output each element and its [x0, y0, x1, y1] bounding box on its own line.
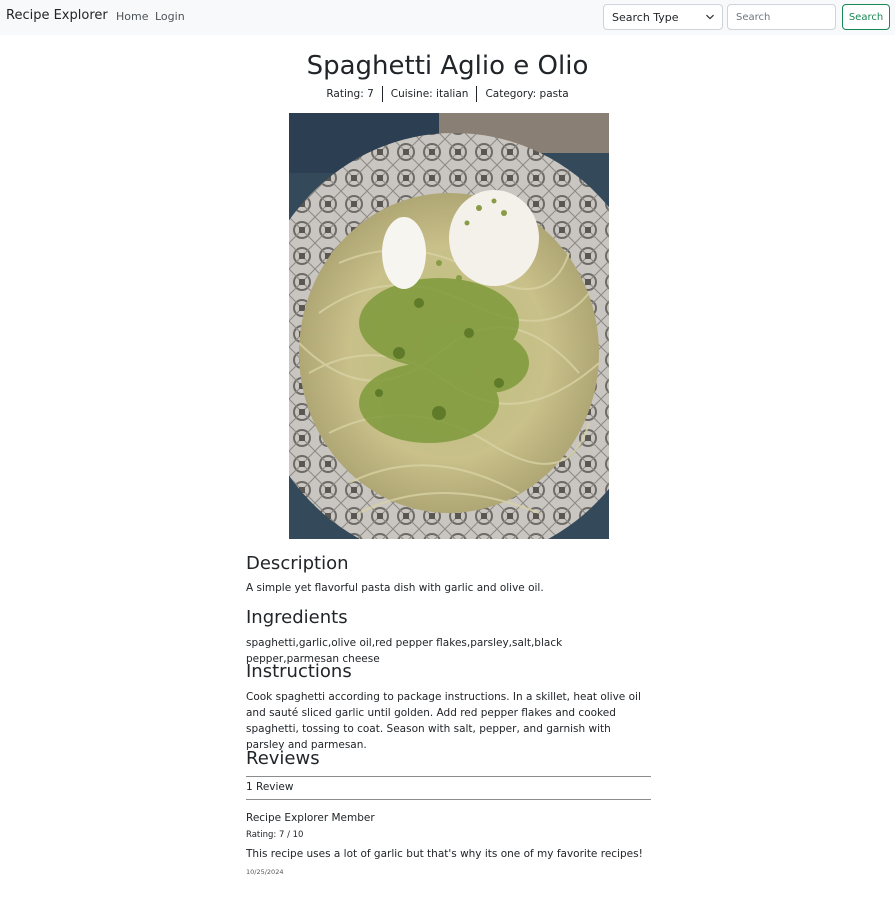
navbar: Recipe Explorer Home Login Search Type S… — [0, 0, 895, 35]
nav-login-link[interactable]: Login — [155, 10, 185, 23]
description-text: A simple yet flavorful pasta dish with g… — [246, 582, 544, 594]
recipe-meta: Rating: 7 Cuisine: italian Category: pas… — [0, 86, 895, 102]
search-input[interactable] — [727, 4, 836, 30]
nav-home-link[interactable]: Home — [116, 10, 148, 23]
review-text: This recipe uses a lot of garlic but tha… — [246, 848, 643, 860]
description-heading: Description — [246, 553, 349, 574]
instructions-text: Cook spaghetti according to package inst… — [246, 691, 641, 751]
instructions-heading: Instructions — [246, 661, 352, 682]
ingredients-heading: Ingredients — [246, 607, 348, 628]
recipe-image — [289, 113, 609, 539]
brand-link[interactable]: Recipe Explorer — [6, 8, 108, 23]
search-type-label: Search Type — [612, 11, 679, 24]
reviews-heading: Reviews — [246, 748, 320, 769]
pasta-photo — [289, 113, 609, 539]
recipe-category: Category: pasta — [476, 86, 576, 102]
search-type-select[interactable]: Search Type — [603, 4, 723, 30]
review-rating: Rating: 7 / 10 — [246, 830, 304, 840]
search-button[interactable]: Search — [842, 4, 890, 30]
review-date: 10/25/2024 — [246, 868, 284, 876]
chevron-down-icon — [706, 14, 714, 20]
recipe-cuisine: Cuisine: italian — [381, 86, 477, 102]
review-count: 1 Review — [246, 776, 651, 800]
review-author: Recipe Explorer Member — [246, 812, 375, 824]
recipe-rating: Rating: 7 — [326, 88, 374, 100]
recipe-title: Spaghetti Aglio e Olio — [306, 51, 589, 81]
